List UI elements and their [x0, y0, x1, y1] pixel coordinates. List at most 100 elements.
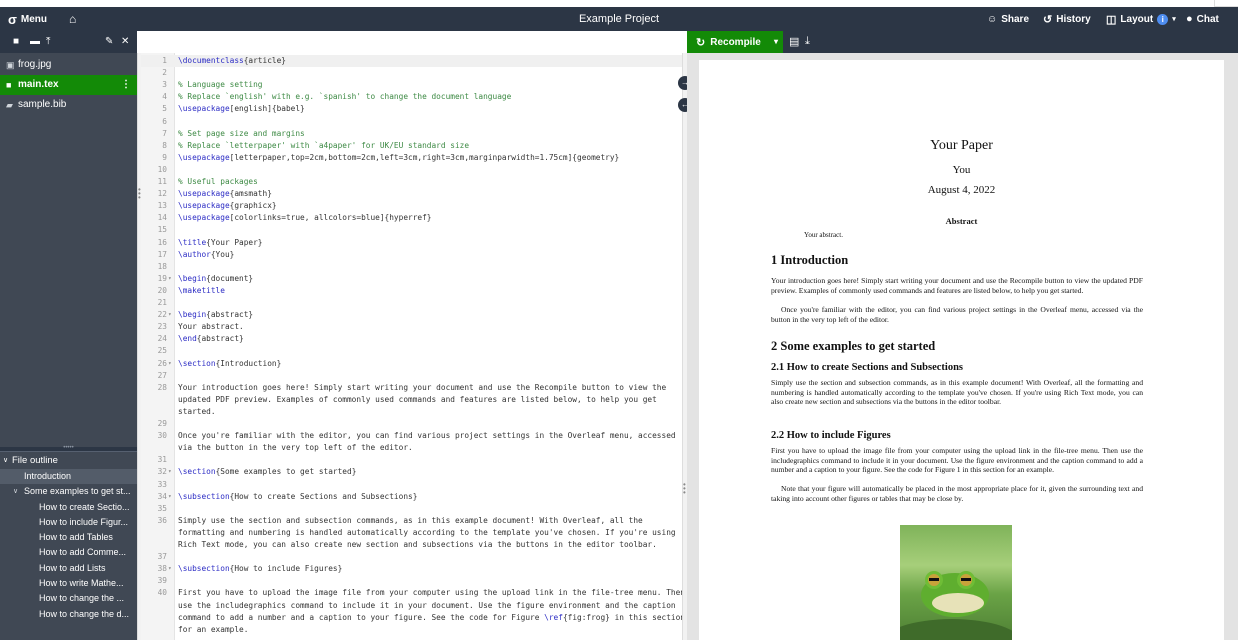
logs-file-icon[interactable]: ▤ — [789, 35, 799, 48]
editor-line[interactable]: 35 — [141, 503, 682, 515]
fold-caret-icon[interactable]: ▾ — [168, 466, 172, 478]
editor-line[interactable]: 18 — [141, 261, 682, 273]
new-folder-icon[interactable]: ▬ — [30, 36, 40, 47]
outline-item-some-examples[interactable]: ∨ Some examples to get st... — [0, 484, 137, 499]
file-item-main-tex[interactable]: ■ main.tex ⋮ — [0, 75, 137, 95]
history-button[interactable]: ↺ History — [1043, 7, 1091, 31]
rename-pencil-icon[interactable]: ✎ — [105, 36, 113, 47]
fold-caret-icon[interactable]: ▾ — [168, 309, 172, 321]
editor-line[interactable]: 14 \usepackage[colorlinks=true, allcolors… — [141, 212, 682, 224]
editor-line[interactable]: 25 — [141, 345, 682, 357]
editor-line[interactable]: updated PDF preview. Examples of commonl… — [141, 394, 682, 406]
editor-line[interactable]: 29 — [141, 418, 682, 430]
outline-item[interactable]: How to create Sectio... — [0, 500, 137, 515]
editor-line[interactable]: command to add a number and a caption to… — [141, 612, 682, 624]
chevron-down-icon[interactable]: ∨ — [13, 484, 18, 499]
pdf-paragraph: Simply use the section and subsection co… — [771, 378, 1143, 407]
editor-line[interactable]: 3 % Language setting — [141, 79, 682, 91]
editor-line[interactable]: 34 ▾ \subsection{How to create Sections an… — [141, 491, 682, 503]
editor-line[interactable]: 5 \usepackage[english]{babel} — [141, 103, 682, 115]
outline-item-introduction[interactable]: Introduction — [0, 469, 137, 485]
code-text: formatting and numbering is handled auto… — [178, 527, 676, 537]
editor-line[interactable]: 1 \documentclass{article} — [141, 55, 682, 68]
new-file-icon[interactable]: ■ — [13, 36, 19, 47]
editor-line[interactable]: 26 ▾ \section{Introduction} — [141, 358, 682, 370]
editor-line[interactable]: 10 — [141, 164, 682, 176]
editor-line[interactable]: 32 ▾ \section{Some examples to get started… — [141, 466, 682, 478]
line-number: 38 — [157, 564, 167, 574]
editor-line[interactable]: 7 % Set page size and margins — [141, 128, 682, 140]
outline-item[interactable]: How to add Lists — [0, 561, 137, 576]
outline-item[interactable]: How to write Mathe... — [0, 576, 137, 591]
editor-line[interactable]: 15 — [141, 224, 682, 236]
outline-item[interactable]: How to add Tables — [0, 530, 137, 545]
editor-line[interactable]: 2 — [141, 67, 682, 79]
editor-line[interactable]: 17 \author{You} — [141, 249, 682, 261]
editor-line[interactable]: 33 — [141, 479, 682, 491]
editor-line[interactable]: for an example. — [141, 624, 682, 636]
outline-item[interactable]: How to add Comme... — [0, 545, 137, 560]
chevron-down-icon: ∨ — [3, 457, 9, 464]
editor-line[interactable]: use the includegraphics command to inclu… — [141, 600, 682, 612]
line-number: 20 — [157, 285, 167, 295]
code-text: % Replace `english' with e.g. `spanish' … — [178, 92, 512, 102]
editor-line[interactable]: 4 % Replace `english' with e.g. `spanish'… — [141, 91, 682, 103]
share-button[interactable]: ☺ Share — [987, 7, 1029, 31]
editor-line[interactable]: 16 \title{Your Paper} — [141, 237, 682, 249]
outline-item[interactable]: How to change the ... — [0, 591, 137, 606]
layout-button[interactable]: ◫ Layout i ▾ — [1106, 7, 1176, 31]
editor-line[interactable]: via the button in the very top left of t… — [141, 442, 682, 454]
line-number: 5 — [162, 104, 167, 114]
fold-caret-icon[interactable]: ▾ — [168, 273, 172, 285]
outline-item[interactable]: How to change the d... — [0, 607, 137, 622]
editor-line[interactable]: 31 — [141, 454, 682, 466]
editor-line[interactable]: 22 ▾ \begin{abstract} — [141, 309, 682, 321]
editor-line[interactable]: 30 Once you're familiar with the editor, … — [141, 430, 682, 442]
download-icon[interactable]: ⤓ — [805, 35, 810, 48]
editor-line[interactable]: started. — [141, 406, 682, 418]
home-button[interactable]: ⌂ — [69, 7, 76, 31]
line-number: 18 — [157, 261, 167, 271]
editor-line[interactable]: 21 — [141, 297, 682, 309]
editor-line[interactable]: 6 — [141, 116, 682, 128]
file-menu-kebab-icon[interactable]: ⋮ — [121, 75, 131, 95]
editor-line[interactable]: 28 Your introduction goes here! Simply st… — [141, 382, 682, 394]
editor-line[interactable]: 24 \end{abstract} — [141, 333, 682, 345]
editor-line[interactable]: formatting and numbering is handled auto… — [141, 527, 682, 539]
editor-line[interactable]: 36 Simply use the section and subsection … — [141, 515, 682, 527]
code-text: for an example. — [178, 624, 249, 634]
editor-line[interactable]: Rich Text mode, you can also create new … — [141, 539, 682, 551]
share-label: Share — [1001, 13, 1030, 25]
fold-caret-icon[interactable]: ▾ — [168, 358, 172, 370]
recompile-button[interactable]: ↻ Recompile ▾ — [687, 31, 783, 53]
pdf-paragraph: Note that your figure will automatically… — [771, 484, 1143, 503]
chat-button[interactable]: ● Chat — [1186, 7, 1219, 31]
delete-trash-icon[interactable]: ✕ — [121, 36, 129, 47]
editor-line[interactable]: 9 \usepackage[letterpaper,top=2cm,bottom=… — [141, 152, 682, 164]
editor-line[interactable]: 40 First you have to upload the image fil… — [141, 587, 682, 599]
file-item-frog[interactable]: ▣ frog.jpg — [0, 55, 137, 75]
fold-caret-icon[interactable]: ▾ — [168, 491, 172, 503]
editor-line[interactable]: 27 — [141, 370, 682, 382]
project-title[interactable]: Example Project — [579, 13, 659, 25]
pdf-preview[interactable]: Your Paper You August 4, 2022 Abstract Y… — [687, 53, 1238, 640]
editor-line[interactable]: 13 \usepackage{graphicx} — [141, 200, 682, 212]
line-number: 35 — [157, 503, 167, 513]
editor-line[interactable]: 37 — [141, 551, 682, 563]
editor-line[interactable]: 11 % Useful packages — [141, 176, 682, 188]
editor-line[interactable]: 38 ▾ \subsection{How to include Figures} — [141, 563, 682, 575]
file-item-sample-bib[interactable]: ▰ sample.bib — [0, 95, 137, 115]
editor-line[interactable]: 23 Your abstract. — [141, 321, 682, 333]
editor-line[interactable]: 8 % Replace `letterpaper' with `a4paper' … — [141, 140, 682, 152]
code-editor[interactable]: 1 \documentclass{article} 2 3% Language set… — [141, 53, 682, 640]
editor-line[interactable]: 19 ▾ \begin{document} — [141, 273, 682, 285]
editor-line[interactable]: 20 \maketitle — [141, 285, 682, 297]
editor-line[interactable]: 39 — [141, 575, 682, 587]
caret-down-icon[interactable]: ▾ — [774, 31, 778, 53]
outline-header[interactable]: ∨ File outline — [0, 451, 137, 469]
menu-button[interactable]: σ Menu — [8, 7, 47, 31]
fold-caret-icon[interactable]: ▾ — [168, 563, 172, 575]
editor-line[interactable]: 12 \usepackage{amsmath} — [141, 188, 682, 200]
outline-item[interactable]: How to include Figur... — [0, 515, 137, 530]
upload-icon[interactable]: ⤒ — [46, 36, 50, 47]
